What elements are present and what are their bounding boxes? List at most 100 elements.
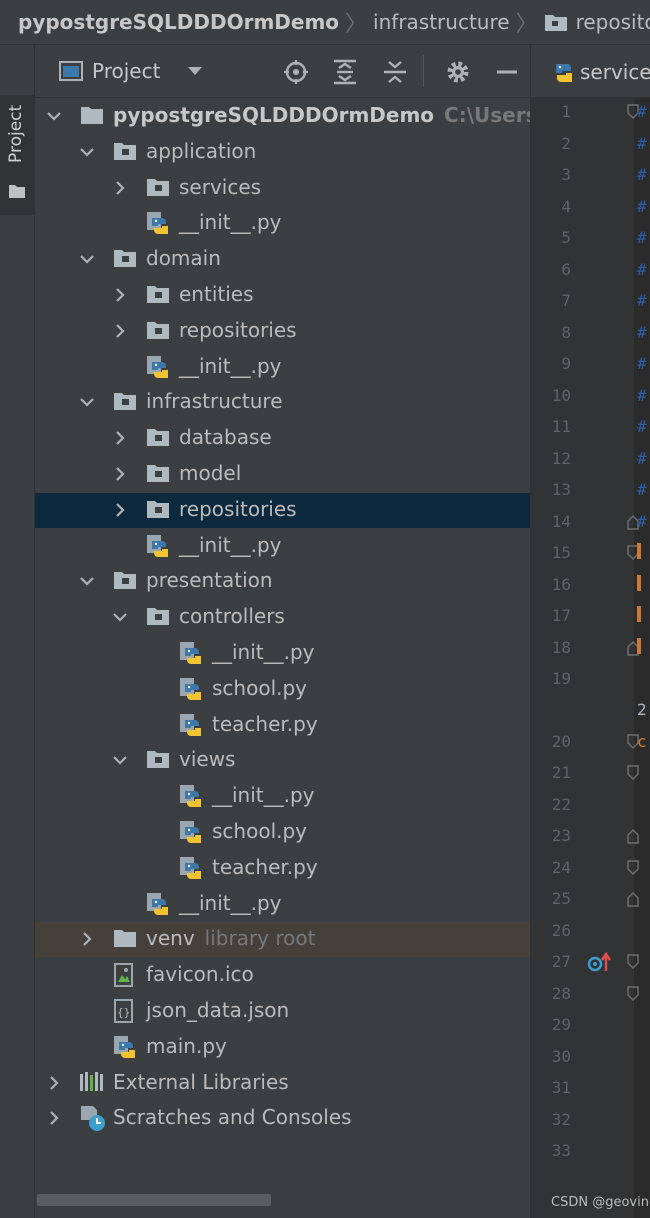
tree-item-json-data-json[interactable]: {} json_data.json [35, 994, 530, 1029]
chevron-right-icon[interactable] [113, 288, 127, 302]
tree-item-entities[interactable]: entities [35, 278, 530, 313]
chevron-down-icon[interactable] [47, 109, 61, 123]
tree-item-label: application [146, 139, 256, 163]
code-line-fragment: # [637, 291, 647, 310]
tree-item-name: Scratches and Consoles [113, 1105, 352, 1130]
tree-item-name: school.py [212, 675, 308, 700]
tree-item-init-py[interactable]: __init__.py [35, 779, 530, 814]
tree-item-teacher-py[interactable]: teacher.py [35, 708, 530, 743]
tree-item-presentation[interactable]: presentation [35, 564, 530, 599]
line-number: 25 [551, 889, 571, 908]
json-file-icon: {} [113, 999, 137, 1023]
line-number: 10 [551, 385, 571, 405]
tree-item-database[interactable]: database [35, 421, 530, 456]
breadcrumb-repositories[interactable]: repositories [544, 10, 650, 34]
python-file-icon [146, 892, 170, 916]
tree-item-school-py[interactable]: school.py [35, 672, 530, 707]
panel-title[interactable]: Project [92, 59, 160, 83]
tree-item-external-libraries[interactable]: External Libraries [35, 1066, 530, 1101]
chevron-down-icon[interactable] [80, 395, 94, 409]
tree-item-main-py[interactable]: main.py [35, 1030, 530, 1065]
breadcrumb-infrastructure[interactable]: infrastructure [373, 10, 510, 34]
line-number: 6 [561, 259, 571, 279]
python-file-icon [146, 211, 170, 235]
code-area[interactable]: # # # # # # # # # # # # # #2 c [635, 97, 650, 1218]
breadcrumb-project-label: pypostgreSQLDDDOrmDemo [18, 10, 340, 34]
tree-item-favicon-ico[interactable]: favicon.ico [35, 958, 530, 993]
tree-item-repositories[interactable]: repositories [35, 492, 530, 528]
tree-item-application[interactable]: application [35, 135, 530, 170]
tree-item-init-py[interactable]: __init__.py [35, 206, 530, 241]
scrollbar-thumb[interactable] [37, 1194, 271, 1206]
chevron-right-icon[interactable] [113, 324, 127, 338]
collapse-all-icon[interactable] [383, 59, 407, 85]
line-number: 23 [551, 826, 571, 845]
tree-item-name: school.py [212, 819, 308, 843]
python-file-icon [146, 534, 170, 558]
tree-item-name: presentation [146, 568, 273, 593]
chevron-down-icon[interactable] [187, 66, 203, 76]
chevron-right-icon[interactable] [113, 180, 127, 195]
tree-item-domain[interactable]: domain [35, 242, 530, 277]
breadcrumb-infrastructure-label: infrastructure [373, 10, 510, 34]
tree-item-services[interactable]: services [35, 171, 530, 206]
code-line-fragment: # [637, 417, 647, 436]
locate-file-icon[interactable] [283, 59, 309, 85]
tree-item-school-py[interactable]: school.py [35, 815, 530, 850]
override-marker-icon[interactable] [587, 952, 611, 974]
line-number: 28 [551, 983, 571, 1003]
tool-window-strip: Project [0, 45, 35, 1218]
tree-item-name: main.py [146, 1033, 227, 1058]
tree-item-name: teacher.py [212, 711, 318, 736]
tree-item-hint: library root [204, 926, 316, 951]
chevron-right-icon[interactable] [113, 503, 127, 517]
tree-item-controllers[interactable]: controllers [35, 600, 530, 635]
expand-all-icon[interactable] [333, 59, 357, 85]
tree-item-views[interactable]: views [35, 743, 530, 778]
package-folder-icon [113, 140, 137, 164]
tree-item-label: __init__.py [179, 891, 282, 915]
breadcrumb-project[interactable]: pypostgreSQLDDDOrmDemo [0, 10, 339, 34]
line-number: 24 [551, 857, 571, 877]
line-number: 2 [561, 133, 571, 153]
tree-item-scratches-and-consoles[interactable]: Scratches and Consoles [35, 1101, 530, 1136]
tree-item-label: __init__.py [179, 533, 282, 557]
tree-item-label: domain [146, 246, 221, 270]
project-view-icon [59, 61, 83, 81]
tree-item-label: repositories [179, 497, 297, 521]
code-line-fragment: # [637, 165, 647, 184]
horizontal-scrollbar[interactable] [35, 1190, 530, 1208]
editor-tab-bar: services [531, 45, 650, 98]
tree-item-repositories[interactable]: repositories [35, 314, 530, 349]
tree-item-name: database [179, 425, 272, 450]
chevron-down-icon[interactable] [80, 252, 94, 266]
gear-icon[interactable] [445, 59, 471, 85]
tree-item-pypostgresqldddormdemo[interactable]: pypostgreSQLDDDOrmDemo C:\Users\ge [35, 99, 530, 134]
breadcrumb-repositories-label: repositories [575, 10, 650, 34]
tree-item-infrastructure[interactable]: infrastructure [35, 385, 530, 420]
chevron-right-icon[interactable] [113, 467, 127, 481]
tree-item-init-py[interactable]: __init__.py [35, 529, 530, 564]
tree-item-venv[interactable]: venv library root [35, 922, 530, 958]
python-file-icon [146, 355, 170, 379]
hide-panel-icon[interactable] [496, 59, 518, 85]
tree-item-init-py[interactable]: __init__.py [35, 350, 530, 385]
line-number: 3 [561, 165, 571, 184]
tree-item-name: services [179, 174, 262, 199]
line-number: 29 [551, 1015, 571, 1034]
tree-item-init-py[interactable]: __init__.py [35, 636, 530, 671]
chevron-right-icon[interactable] [80, 932, 94, 947]
line-number: 20 [551, 731, 571, 751]
chevron-right-icon[interactable] [47, 1075, 61, 1090]
chevron-down-icon[interactable] [80, 574, 94, 588]
chevron-down-icon[interactable] [113, 753, 127, 767]
python-file-icon [179, 784, 203, 808]
chevron-right-icon[interactable] [113, 431, 127, 445]
tree-item-teacher-py[interactable]: teacher.py [35, 851, 530, 886]
chevron-right-icon[interactable] [47, 1111, 61, 1126]
tree-item-label: __init__.py [212, 783, 315, 807]
tree-item-init-py[interactable]: __init__.py [35, 887, 530, 922]
tree-item-model[interactable]: model [35, 457, 530, 492]
chevron-down-icon[interactable] [113, 610, 127, 624]
chevron-down-icon[interactable] [80, 145, 94, 159]
